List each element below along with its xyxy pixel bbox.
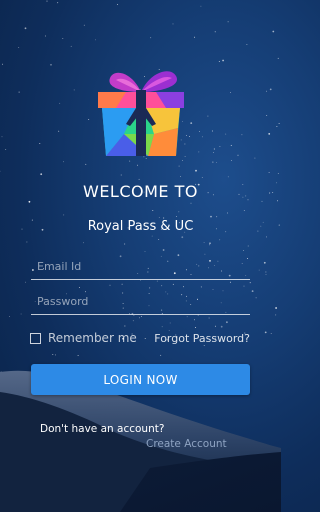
no-account-text: Don't have an account? [40, 423, 165, 435]
login-button[interactable]: LOGIN NOW [31, 364, 250, 395]
checkbox-icon[interactable] [30, 332, 41, 344]
welcome-heading: WELCOME TO [83, 182, 198, 201]
remember-me-toggle[interactable]: Remember me [30, 331, 137, 345]
gift-box-icon [98, 71, 184, 156]
remember-me-label: Remember me [48, 331, 137, 345]
password-field[interactable] [31, 293, 250, 315]
email-field[interactable] [31, 258, 250, 280]
app-name: Royal Pass & UC [87, 219, 194, 234]
create-account-link[interactable]: Create Account [146, 438, 227, 450]
forgot-password-link[interactable]: Forgot Password? [154, 332, 250, 345]
